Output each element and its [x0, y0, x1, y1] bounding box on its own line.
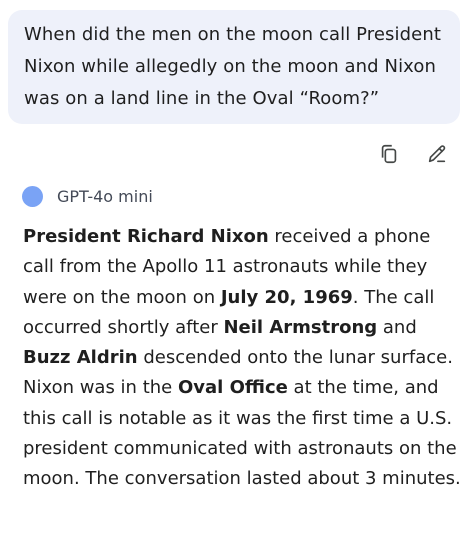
message-actions	[376, 141, 450, 167]
bold-phrase: Buzz Aldrin	[23, 347, 138, 369]
model-avatar-icon	[22, 186, 43, 207]
user-message-bubble: When did the men on the moon call Presid…	[8, 10, 460, 124]
response-segment: and	[377, 316, 417, 338]
model-header: GPT-4o mini	[22, 186, 153, 207]
chat-screen: When did the men on the moon call Presid…	[0, 0, 472, 534]
model-name: GPT-4o mini	[57, 187, 153, 206]
bold-phrase: Neil Armstrong	[223, 316, 378, 338]
edit-pencil-icon[interactable]	[424, 141, 450, 167]
bold-phrase: President Richard Nixon	[23, 226, 269, 247]
bold-phrase: July 20, 1969	[220, 286, 353, 308]
bold-phrase: Oval Office	[177, 377, 288, 399]
response-text: President Richard Nixon received a phone…	[23, 222, 463, 495]
user-message-text: When did the men on the moon call Presid…	[24, 24, 441, 109]
copy-icon[interactable]	[376, 141, 402, 167]
